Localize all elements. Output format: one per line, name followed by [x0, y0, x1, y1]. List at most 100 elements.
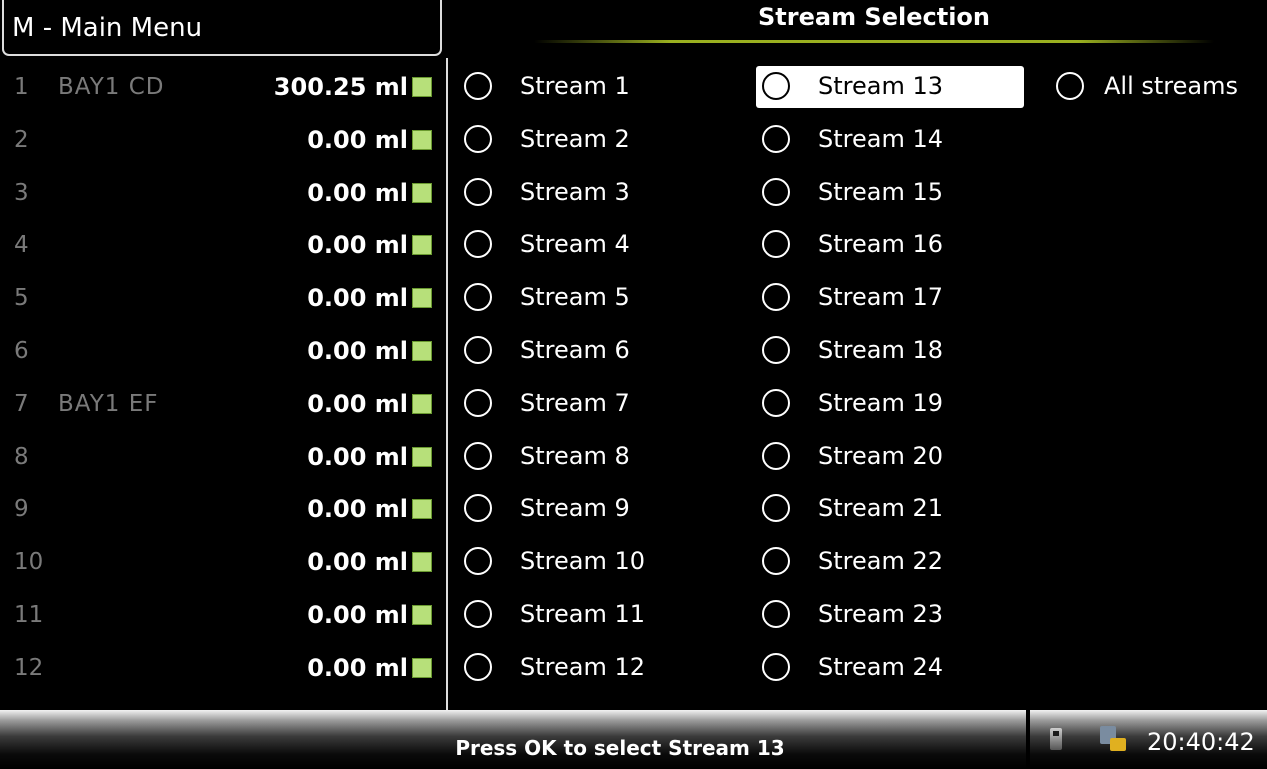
bay-volume: 0.00 ml	[307, 178, 408, 207]
radio-icon[interactable]	[464, 230, 492, 259]
main-menu-label: M - Main Menu	[12, 13, 203, 43]
usb-icon	[1050, 728, 1062, 750]
stream-option[interactable]: Stream 5	[458, 277, 708, 319]
lock-icon	[1100, 726, 1128, 754]
status-indicator-icon	[412, 182, 432, 203]
status-indicator-icon	[412, 288, 432, 309]
radio-icon[interactable]	[464, 600, 492, 628]
radio-icon[interactable]	[762, 441, 790, 470]
title-underline	[534, 40, 1214, 43]
stream-label: Stream 17	[818, 283, 944, 312]
bay-volume: 0.00 ml	[307, 231, 408, 260]
radio-icon[interactable]	[762, 283, 790, 312]
system-tray: 20:40:42	[1030, 710, 1267, 769]
status-indicator-icon	[412, 393, 432, 414]
radio-icon[interactable]	[464, 124, 492, 153]
stream-option[interactable]: Stream 16	[756, 224, 1024, 266]
stream-option[interactable]: Stream 13	[756, 66, 1024, 108]
status-indicator-icon	[412, 446, 432, 467]
status-indicator-icon	[412, 657, 432, 678]
bay-number: 3	[14, 179, 29, 206]
stream-option[interactable]: Stream 21	[756, 488, 1024, 530]
radio-icon[interactable]	[762, 547, 790, 576]
bay-row[interactable]: 8 0.00 ml	[2, 428, 448, 480]
radio-icon[interactable]	[762, 600, 790, 628]
stream-option[interactable]: Stream 15	[756, 172, 1024, 214]
stream-option[interactable]: Stream 10	[458, 541, 708, 583]
bay-number: 6	[14, 338, 29, 364]
radio-icon[interactable]	[762, 494, 790, 523]
stream-label: Stream 12	[520, 652, 646, 681]
bay-volume: 0.00 ml	[307, 653, 408, 682]
bay-number: 11	[14, 602, 44, 628]
stream-option[interactable]: Stream 14	[756, 119, 1024, 161]
bay-row[interactable]: 5 0.00 ml	[2, 269, 448, 321]
stream-label: Stream 7	[520, 388, 630, 417]
bay-row[interactable]: 10 0.00 ml	[2, 533, 448, 585]
radio-icon[interactable]	[464, 72, 492, 100]
all-streams-option[interactable]: All streams	[1050, 66, 1264, 108]
stream-option[interactable]: Stream 17	[756, 277, 1024, 319]
stream-option[interactable]: Stream 19	[756, 383, 1024, 425]
bay-row[interactable]: 7 BAY1 EF 0.00 ml	[2, 375, 448, 427]
bay-row[interactable]: 1 BAY1 CD 300.25 ml	[2, 58, 448, 110]
stream-option[interactable]: Stream 18	[756, 330, 1024, 372]
stream-label: Stream 4	[520, 230, 630, 259]
stream-option[interactable]: Stream 3	[458, 172, 708, 214]
stream-label: Stream 15	[818, 177, 944, 206]
bay-row[interactable]: 2 0.00 ml	[2, 111, 448, 163]
status-indicator-icon	[412, 77, 432, 97]
stream-option[interactable]: Stream 6	[458, 330, 708, 372]
radio-icon[interactable]	[464, 336, 492, 364]
stream-option[interactable]: Stream 22	[756, 541, 1024, 583]
stream-option[interactable]: Stream 2	[458, 119, 708, 161]
status-indicator-icon	[412, 341, 432, 361]
bay-row[interactable]: 12 0.00 ml	[2, 639, 448, 691]
radio-icon[interactable]	[762, 230, 790, 259]
stream-label: Stream 2	[520, 124, 630, 153]
bay-row[interactable]: 9 0.00 ml	[2, 480, 448, 532]
bay-volume: 300.25 ml	[273, 73, 408, 101]
stream-option[interactable]: Stream 11	[458, 594, 708, 636]
radio-icon[interactable]	[464, 652, 492, 681]
radio-icon[interactable]	[762, 652, 790, 681]
stream-option[interactable]: Stream 7	[458, 383, 708, 425]
stream-option[interactable]: Stream 4	[458, 224, 708, 266]
stream-option[interactable]: Stream 1	[458, 66, 708, 108]
radio-icon[interactable]	[762, 336, 790, 364]
radio-icon[interactable]	[464, 547, 492, 576]
bay-row[interactable]: 6 0.00 ml	[2, 322, 448, 374]
stream-option[interactable]: Stream 12	[458, 647, 708, 689]
radio-icon[interactable]	[464, 441, 492, 470]
main-menu-title[interactable]: M - Main Menu	[2, 0, 442, 56]
stream-option[interactable]: Stream 20	[756, 436, 1024, 478]
radio-icon[interactable]	[464, 388, 492, 417]
stream-option[interactable]: Stream 8	[458, 436, 708, 478]
radio-icon[interactable]	[762, 388, 790, 417]
stream-label: Stream 11	[520, 600, 646, 628]
stream-option[interactable]: Stream 23	[756, 594, 1024, 636]
status-bar: Press OK to select Stream 13	[0, 710, 1026, 769]
bay-number: 2	[14, 126, 29, 153]
radio-icon[interactable]	[762, 72, 790, 100]
stream-option[interactable]: Stream 9	[458, 488, 708, 530]
bay-volume: 0.00 ml	[307, 125, 408, 154]
stream-label: Stream 23	[818, 600, 944, 628]
radio-icon[interactable]	[762, 177, 790, 206]
radio-icon[interactable]	[762, 124, 790, 153]
radio-icon[interactable]	[464, 177, 492, 206]
stream-option[interactable]: Stream 24	[756, 647, 1024, 689]
bay-number: 7	[14, 390, 29, 417]
bay-row[interactable]: 11 0.00 ml	[2, 586, 448, 638]
stream-label: Stream 16	[818, 230, 944, 259]
bay-row[interactable]: 4 0.00 ml	[2, 216, 448, 268]
bay-row[interactable]: 3 0.00 ml	[2, 164, 448, 216]
bay-number: 10	[14, 549, 44, 576]
stream-label: Stream 8	[520, 441, 630, 470]
stream-label: Stream 9	[520, 494, 630, 523]
radio-icon[interactable]	[464, 283, 492, 312]
radio-icon[interactable]	[1056, 72, 1084, 100]
radio-icon[interactable]	[464, 494, 492, 523]
status-indicator-icon	[412, 499, 432, 520]
bay-number: 5	[14, 285, 29, 312]
